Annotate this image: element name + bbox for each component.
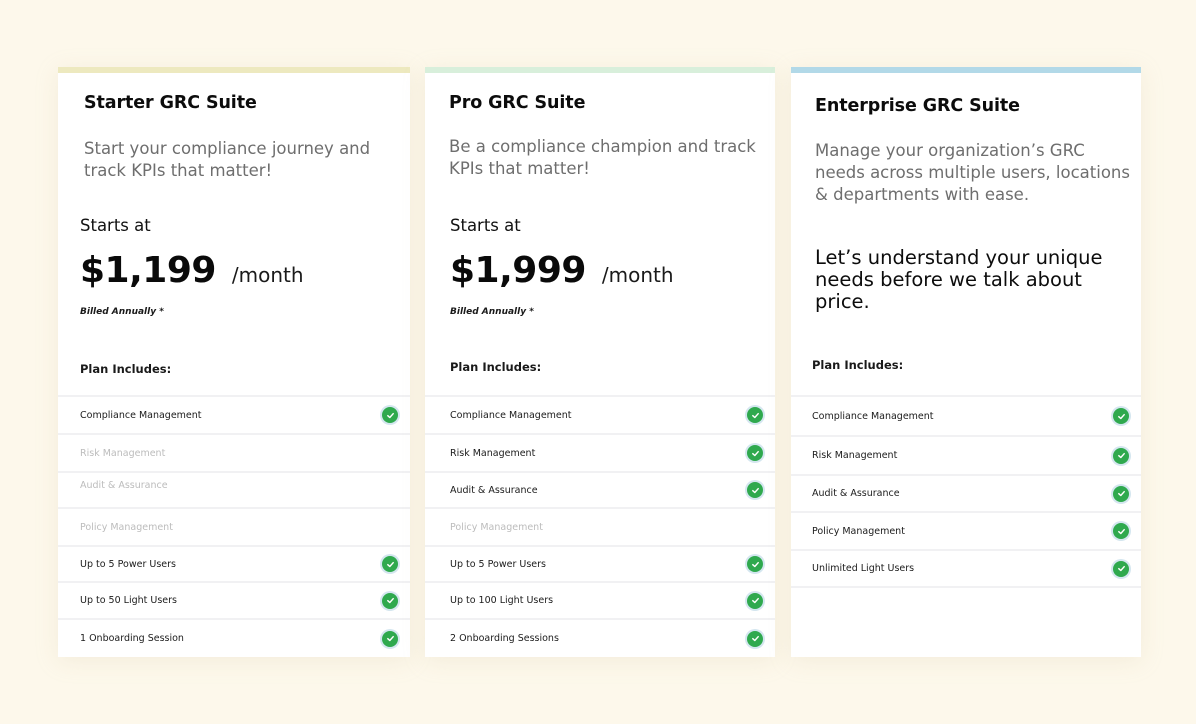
feature-label: Policy Management: [80, 521, 173, 533]
price-row: $1,999 /month: [450, 250, 674, 291]
plan-includes-label: Plan Includes:: [80, 362, 172, 376]
feature-label: Audit & Assurance: [812, 488, 900, 499]
feature-label: Policy Management: [450, 521, 543, 533]
feature-item: 1 Onboarding Session: [58, 618, 410, 657]
starts-at-label: Starts at: [450, 216, 521, 235]
check-circle-icon: [382, 592, 398, 609]
feature-item: Compliance Management: [58, 395, 410, 433]
plan-includes-label: Plan Includes:: [812, 358, 904, 372]
check-circle-icon: [1113, 523, 1129, 539]
feature-item: Risk Management: [791, 435, 1141, 474]
feature-item: Policy Management: [791, 511, 1141, 549]
price-row: $1,199 /month: [80, 250, 304, 291]
check-circle-icon: [1113, 560, 1129, 577]
feature-item: Risk Management: [425, 433, 775, 471]
plan-accent-bar: [425, 67, 775, 73]
feature-label: Risk Management: [450, 447, 536, 459]
feature-item: Up to 5 Power Users: [58, 545, 410, 581]
plan-card-pro: Pro GRC Suite Be a compliance champion a…: [425, 67, 775, 657]
check-circle-icon: [382, 630, 398, 647]
plan-title: Starter GRC Suite: [84, 93, 257, 113]
check-circle-icon: [747, 482, 763, 498]
feature-item: Audit & Assurance: [791, 474, 1141, 511]
price-period: /month: [601, 263, 674, 287]
price-period: /month: [231, 263, 304, 287]
feature-item: Policy Management: [58, 507, 410, 545]
billing-note: Billed Annually *: [450, 307, 534, 317]
feature-item: Up to 5 Power Users: [425, 545, 775, 581]
check-circle-icon: [747, 630, 763, 647]
check-circle-icon: [1113, 447, 1129, 464]
feature-label: Policy Management: [812, 525, 905, 537]
feature-item: Audit & Assurance: [58, 471, 410, 507]
plan-accent-bar: [58, 67, 410, 73]
plan-tagline: Start your compliance journey and track …: [84, 139, 371, 180]
feature-label: 2 Onboarding Sessions: [450, 633, 559, 644]
plan-card-enterprise: Enterprise GRC Suite Manage your organiz…: [791, 67, 1141, 657]
plan-card-starter: Starter GRC Suite Start your compliance …: [58, 67, 410, 657]
feature-label: Compliance Management: [80, 409, 202, 421]
feature-label: 1 Onboarding Session: [80, 633, 184, 644]
plan-price: $1,199: [80, 250, 216, 291]
check-circle-icon: [747, 556, 763, 572]
feature-label: Risk Management: [80, 447, 166, 459]
plan-price: $1,999: [450, 250, 586, 291]
feature-item: Up to 50 Light Users: [58, 581, 410, 618]
feature-item: Risk Management: [58, 433, 410, 471]
feature-label: Up to 5 Power Users: [80, 558, 176, 570]
feature-item: Policy Management: [425, 507, 775, 545]
starts-at-label: Starts at: [80, 216, 151, 235]
feature-label: Compliance Management: [450, 409, 572, 421]
check-circle-icon: [747, 445, 763, 461]
feature-label: Up to 5 Power Users: [450, 558, 546, 570]
feature-item: Unlimited Light Users: [791, 549, 1141, 586]
plan-tagline: Manage your organization’s GRC needs acr…: [815, 141, 1130, 204]
feature-item: Compliance Management: [425, 395, 775, 433]
feature-item: 2 Onboarding Sessions: [425, 618, 775, 657]
feature-label: Risk Management: [812, 450, 898, 461]
check-circle-icon: [1113, 408, 1129, 424]
plan-title: Enterprise GRC Suite: [815, 96, 1020, 116]
feature-item: Compliance Management: [791, 395, 1141, 435]
feature-item: Up to 100 Light Users: [425, 581, 775, 618]
billing-note: Billed Annually *: [80, 307, 164, 317]
feature-label: Compliance Management: [812, 410, 934, 422]
check-circle-icon: [382, 556, 398, 572]
feature-label: Up to 100 Light Users: [450, 595, 554, 606]
check-circle-icon: [747, 592, 763, 609]
feature-list-divider: [791, 586, 1141, 588]
check-circle-icon: [382, 407, 398, 423]
plan-includes-label: Plan Includes:: [450, 360, 542, 374]
feature-item: Audit & Assurance: [425, 471, 775, 507]
pricing-contact-note: Let’s understand your unique needs befor…: [815, 246, 1103, 313]
check-circle-icon: [747, 407, 763, 423]
feature-label: Audit & Assurance: [80, 480, 168, 491]
feature-label: Up to 50 Light Users: [80, 595, 177, 606]
feature-label: Unlimited Light Users: [812, 563, 915, 574]
plan-title: Pro GRC Suite: [449, 93, 586, 113]
plan-tagline: Be a compliance champion and track KPIs …: [449, 137, 756, 178]
check-circle-icon: [1113, 485, 1129, 502]
feature-label: Audit & Assurance: [450, 484, 538, 496]
plan-accent-bar: [791, 67, 1141, 73]
